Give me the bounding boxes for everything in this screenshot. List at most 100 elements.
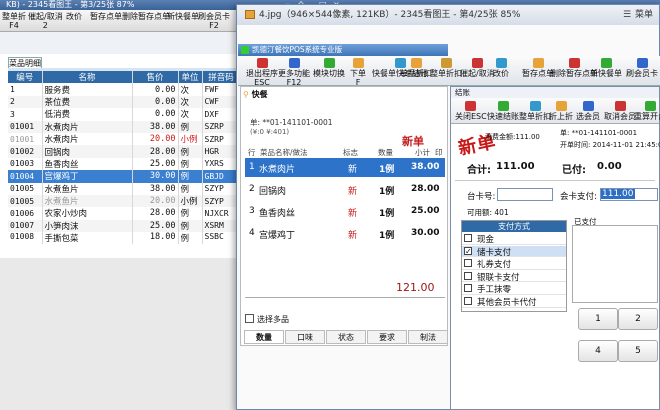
- select-member-button[interactable]: 选会员: [576, 101, 600, 121]
- menu-row[interactable]: 01005 水煮鱼片 38.00 例 SZYP: [8, 182, 241, 195]
- more-functions-button[interactable]: 更多功能 F12: [278, 58, 310, 87]
- fast-food-icon: ⚲: [243, 90, 249, 99]
- menu-row[interactable]: 01004 宫爆鸡丁 30.00 例 GBJD: [8, 170, 241, 183]
- back-viewer-titlebar[interactable]: KB) - 2345看图王 - 第3/25张 87%: [0, 0, 236, 10]
- toolbar-change-price-button[interactable]: 改价: [66, 12, 82, 21]
- checkout-divider: [455, 180, 655, 181]
- order-discount-icon: [440, 58, 452, 68]
- member-card-icon: [636, 58, 648, 68]
- menu-row[interactable]: 01002 回锅肉 28.00 例 HGR: [8, 145, 241, 158]
- checkout-spend-line: 消费金额:111.00: [485, 132, 540, 142]
- recalculate-button[interactable]: 重算开台: [634, 101, 660, 121]
- item-discount-button[interactable]: 单品折扣: [400, 58, 432, 78]
- menu-row[interactable]: 2 茶位费 0.00 次 CWF: [8, 95, 241, 109]
- cell-unit: 小例: [178, 194, 203, 208]
- spend-label: 消费金额:: [485, 133, 516, 141]
- toolbar-label: 更多功能: [278, 69, 310, 78]
- quick-settle-button[interactable]: 快速结账: [487, 101, 519, 121]
- col-unit[interactable]: 单位: [178, 71, 203, 84]
- delete-hold-icon: [568, 58, 580, 68]
- quick-settle-icon: [497, 101, 509, 111]
- cell-unit: 例: [178, 207, 203, 220]
- cancel-member-button[interactable]: 取消会员: [604, 101, 636, 121]
- cell-price: 25.00: [132, 219, 179, 233]
- menu-row[interactable]: 01008 手撕包菜 18.00 例 SSBC: [8, 232, 241, 245]
- menu-row[interactable]: 01001 水煮肉片 38.00 例 SZRP: [8, 120, 241, 133]
- toolbar-label: 下单: [350, 69, 366, 78]
- cell-code: 01003: [8, 157, 43, 171]
- tab-method[interactable]: 制法: [408, 330, 448, 344]
- tab-request[interactable]: 要求: [367, 330, 407, 344]
- menu-row[interactable]: 3 低消费 0.00 次 DXF: [8, 108, 241, 121]
- toolbar-rush-button[interactable]: 催起/取消 2: [28, 12, 63, 30]
- rush-button[interactable]: 催起/取消: [460, 58, 495, 78]
- member-card-button[interactable]: 刷会员卡: [626, 58, 658, 78]
- cell-code: 01001: [8, 120, 43, 133]
- multi-select-checkbox[interactable]: [245, 314, 254, 323]
- numpad-key-5[interactable]: 5: [618, 340, 658, 362]
- cell-code: 01006: [8, 207, 43, 220]
- order-row[interactable]: 4 宫爆鸡丁 新 1例 30.00: [245, 224, 445, 243]
- cell-pinyin: YXRS: [202, 157, 241, 171]
- col-pinyin[interactable]: 拼音码: [202, 71, 241, 84]
- order-subtotal: 30.00: [411, 228, 440, 238]
- cell-name: 手撕包菜: [42, 232, 133, 245]
- order-row[interactable]: 1 水煮肉片 新 1例 38.00: [245, 158, 445, 177]
- numpad-key-4[interactable]: 4: [578, 340, 618, 362]
- order-table-header: 行 菜品名称/做法 标志 数量 小计 印: [245, 147, 445, 158]
- toolbar-label: 整单折扣: [430, 69, 462, 78]
- order-discount-button[interactable]: 整单折扣: [519, 101, 551, 121]
- tab-taste[interactable]: 口味: [285, 330, 325, 344]
- module-switch-button[interactable]: 模块切换: [313, 58, 345, 78]
- col-code[interactable]: 编号: [8, 71, 43, 84]
- cell-name: 回锅肉: [42, 145, 133, 158]
- menu-icon[interactable]: ☰: [623, 5, 631, 25]
- order-row[interactable]: 2 回锅肉 新 1例 28.00: [245, 180, 445, 199]
- front-viewer-menu[interactable]: 菜单: [635, 5, 653, 25]
- cell-code: 2: [8, 95, 43, 109]
- menu-row[interactable]: 01007 小笋肉沫 25.00 例 XSRM: [8, 219, 241, 233]
- pos-window-titlebar[interactable]: 凯德汀餐饮POS系统专业版: [238, 44, 448, 56]
- menu-row[interactable]: 01001 水煮肉片 20.00 小例 SZRP: [8, 132, 241, 146]
- tab-quantity[interactable]: 数量: [244, 330, 284, 344]
- col-price[interactable]: 售价: [132, 71, 179, 84]
- new-fast-order-button[interactable]: 新快餐单: [590, 58, 622, 78]
- cell-pinyin: CWF: [202, 95, 241, 109]
- payment-method-frame: [461, 220, 567, 312]
- menu-row[interactable]: 01006 农家小炒肉 28.00 例 NJXCR: [8, 207, 241, 220]
- member-card-input[interactable]: 111.00: [600, 188, 658, 201]
- toolbar-delete-hold-button[interactable]: 删除暂存点单: [122, 12, 170, 21]
- member-card-value: 111.00: [601, 189, 635, 199]
- extra-discount-button[interactable]: 折上折: [549, 101, 573, 121]
- order-discount-button[interactable]: 整单折扣: [430, 58, 462, 78]
- toolbar-discount-button[interactable]: 整单折 F4: [2, 12, 26, 30]
- checkout-toolbar-label: 重算开台: [634, 112, 660, 121]
- fast-food-tab[interactable]: ⚲ 快餐: [243, 88, 275, 102]
- toolbar-new-order-button[interactable]: 新快餐单: [167, 12, 199, 21]
- cell-pinyin: FWF: [202, 83, 241, 96]
- order-row[interactable]: 3 鱼香肉丝 新 1例 25.00: [245, 202, 445, 221]
- menu-row[interactable]: 01003 鱼香肉丝 25.00 例 YXRS: [8, 157, 241, 171]
- close-checkout-button[interactable]: 关闭ESC: [455, 101, 487, 121]
- numpad-key-1[interactable]: 1: [578, 308, 618, 330]
- place-order-button[interactable]: 下单 F: [350, 58, 366, 87]
- cell-code: 1: [8, 83, 43, 96]
- member-card-label: 会卡支付:: [560, 192, 597, 202]
- change-price-button[interactable]: 改价: [493, 58, 509, 78]
- cell-name: 低消费: [42, 108, 133, 121]
- col-name[interactable]: 名称: [42, 71, 133, 84]
- menu-row[interactable]: 01005 水煮鱼片 20.00 小例 SZYP: [8, 194, 241, 208]
- toolbar-member-card-button[interactable]: 刷会员卡 F2: [198, 12, 230, 30]
- front-viewer-titlebar[interactable]: 4.jpg（946×544像素, 121KB）- 2345看图王 - 第4/25…: [237, 5, 659, 25]
- exit-button[interactable]: 退出程序 ESC: [246, 58, 278, 87]
- place-order-icon: [352, 58, 364, 68]
- checkout-titlebar[interactable]: 结账: [451, 87, 659, 98]
- menu-row[interactable]: 1 服务费 0.00 次 FWF: [8, 83, 241, 96]
- cell-pinyin: XSRM: [202, 219, 241, 233]
- toolbar-hold-order-button[interactable]: 暂存点单: [90, 12, 122, 21]
- cell-price: 28.00: [132, 145, 179, 158]
- table-card-input[interactable]: [497, 188, 553, 201]
- numpad-key-2[interactable]: 2: [618, 308, 658, 330]
- back-pos-gap: [0, 32, 240, 54]
- tab-status[interactable]: 状态: [326, 330, 366, 344]
